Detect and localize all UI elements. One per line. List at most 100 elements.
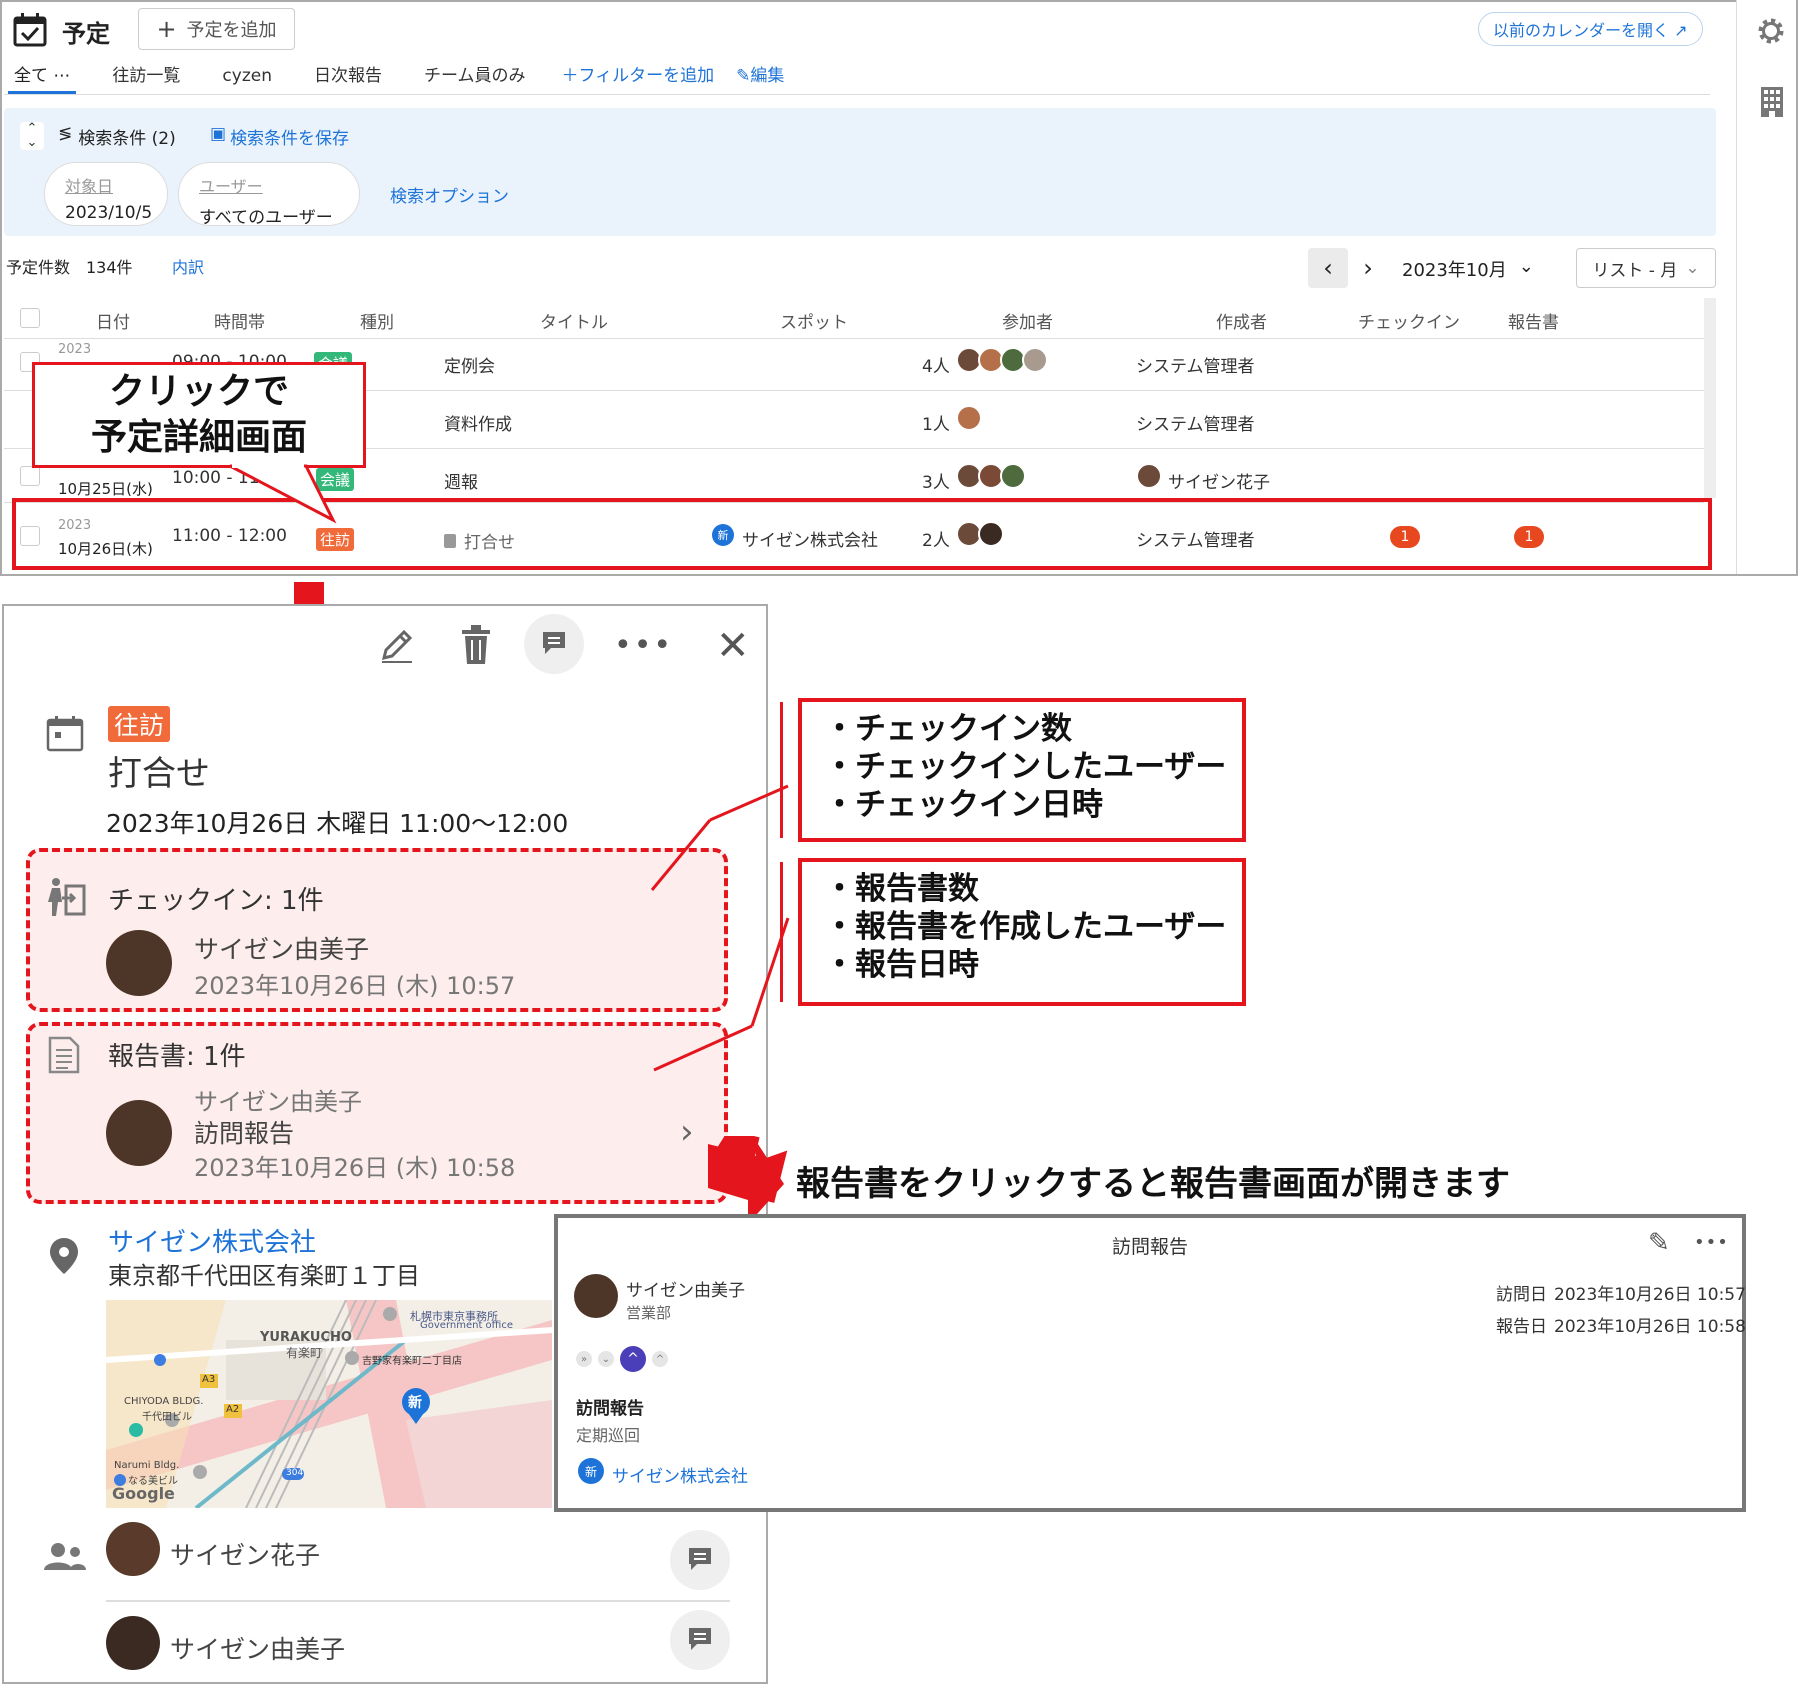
- page-title: 予定: [62, 20, 110, 48]
- chat-icon: [685, 1546, 715, 1574]
- tabs-divider: [4, 94, 1710, 95]
- row-year: 2023: [58, 342, 92, 357]
- report-author-name: サイゼン由美子: [626, 1281, 745, 1301]
- row-checkbox[interactable]: [20, 466, 40, 486]
- edit-pencil-icon[interactable]: [376, 626, 416, 666]
- month-value: 2023年10月: [1402, 260, 1507, 281]
- info-line: ・報告書数: [824, 871, 979, 907]
- checkin-info-box: ・チェックイン数 ・チェックインしたユーザー ・チェックイン日時: [798, 698, 1246, 842]
- report-name[interactable]: 訪問報告: [194, 1114, 294, 1150]
- row-title[interactable]: 資料作成: [444, 410, 512, 435]
- column-header-checkin[interactable]: チェックイン: [1358, 308, 1460, 333]
- month-selector[interactable]: 2023年10月 ⌄: [1402, 256, 1534, 282]
- add-filter-link[interactable]: ＋フィルターを追加: [561, 64, 714, 94]
- column-header-participants[interactable]: 参加者: [1002, 308, 1053, 333]
- chevron-down-icon: ⌄: [1518, 256, 1534, 277]
- column-header-creator[interactable]: 作成者: [1216, 308, 1267, 333]
- comment-button[interactable]: [524, 614, 584, 674]
- double-chevron-down-icon[interactable]: »: [576, 1351, 592, 1367]
- map-label: Narumi Bldg.: [114, 1460, 180, 1471]
- map-label: CHIYODA BLDG.: [124, 1396, 204, 1407]
- breakdown-link[interactable]: 内訳: [172, 254, 204, 278]
- info-line: ・チェックイン日時: [824, 787, 1103, 823]
- row-creator: システム管理者: [1136, 357, 1255, 377]
- map[interactable]: 札幌市東京事務所 Government office YURAKUCHO 有楽町…: [106, 1300, 552, 1508]
- close-icon[interactable]: ✕: [716, 626, 750, 666]
- trash-icon[interactable]: [458, 624, 494, 666]
- chevron-up-icon[interactable]: ^: [620, 1346, 646, 1372]
- report-spot-link[interactable]: サイゼン株式会社: [612, 1462, 748, 1487]
- add-schedule-label: 予定を追加: [186, 20, 277, 41]
- table-scrollbar[interactable]: [1704, 298, 1716, 498]
- participant-comment-button[interactable]: [670, 1610, 730, 1670]
- collapse-toggle-icon[interactable]: ⌃ ⌄: [20, 122, 44, 150]
- row-title[interactable]: 定例会: [444, 352, 495, 377]
- map-label: A3: [202, 1374, 216, 1385]
- edit-tabs-link[interactable]: ✎編集: [736, 64, 784, 94]
- chevron-right-icon: ›: [1363, 254, 1373, 282]
- more-icon[interactable]: •••: [1694, 1232, 1729, 1253]
- arrow-head: [708, 1138, 784, 1224]
- tab-daily-report[interactable]: 日次報告: [308, 64, 388, 94]
- row-title[interactable]: 週報: [444, 468, 478, 493]
- detail-type-badge: 往訪: [108, 706, 171, 742]
- chevron-right-icon[interactable]: ›: [680, 1112, 694, 1152]
- save-search-link[interactable]: ▣ 検索条件を保存: [210, 124, 349, 149]
- chevron-down-icon[interactable]: ⌄: [598, 1351, 614, 1367]
- open-old-calendar-link[interactable]: 以前のカレンダーを開く ↗: [1478, 12, 1703, 46]
- spot-marker-icon[interactable]: 新: [408, 1392, 422, 1412]
- avatar: [1022, 347, 1048, 373]
- date-filter-value: 2023/10/5: [65, 203, 153, 223]
- column-header-report[interactable]: 報告書: [1508, 308, 1559, 333]
- report-date-label: 報告日: [1496, 1317, 1547, 1337]
- column-header-type[interactable]: 種別: [360, 308, 394, 333]
- avatar: [106, 1100, 172, 1166]
- calendar-icon: [46, 714, 84, 752]
- add-schedule-button[interactable]: + 予定を追加: [138, 8, 295, 50]
- avatar: [956, 405, 982, 431]
- report-section-value: 定期巡回: [576, 1426, 641, 1445]
- tab-team-members[interactable]: チーム員のみ: [418, 64, 532, 94]
- map-label: 吉野家有楽町二丁目店: [362, 1356, 462, 1367]
- search-conditions-toggle[interactable]: ≶ 検索条件 (2): [58, 124, 176, 149]
- callout-pointer: [229, 460, 337, 524]
- chevron-left-icon: ‹: [1323, 254, 1333, 282]
- participant-name: サイゼン花子: [170, 1541, 321, 1570]
- tab-visits[interactable]: 往訪一覧: [106, 64, 186, 94]
- edit-pencil-icon[interactable]: ✎: [1648, 1228, 1670, 1258]
- chat-icon: [685, 1626, 715, 1654]
- more-icon[interactable]: •••: [614, 628, 673, 663]
- select-all-checkbox[interactable]: [20, 308, 40, 328]
- avatar: [106, 1616, 160, 1670]
- schedule-count-label: 予定件数: [6, 258, 71, 277]
- spot-name-link[interactable]: サイゼン株式会社: [108, 1222, 316, 1259]
- row-date: 10月25日(水): [58, 480, 153, 498]
- column-header-time[interactable]: 時間帯: [214, 308, 265, 333]
- location-pin-icon: [48, 1236, 80, 1276]
- tab-all[interactable]: 全て ⋯: [8, 64, 77, 94]
- participant-comment-button[interactable]: [670, 1530, 730, 1590]
- column-header-spot[interactable]: スポット: [780, 308, 848, 333]
- column-header-title[interactable]: タイトル: [540, 308, 608, 333]
- participant-avatars: [956, 463, 1026, 489]
- report-user-name: サイゼン由美子: [194, 1088, 362, 1116]
- checkin-user-name: サイゼン由美子: [194, 935, 370, 964]
- info-line: ・チェックインしたユーザー: [824, 749, 1227, 785]
- row-participant-count: 3人: [922, 473, 950, 493]
- row-participant-count: 4人: [922, 357, 950, 377]
- plus-icon: +: [156, 15, 177, 43]
- gear-icon[interactable]: [1754, 14, 1788, 48]
- callout-line-1: クリックで: [108, 371, 289, 412]
- user-filter-chip[interactable]: ユーザー すべてのユーザー: [178, 162, 360, 228]
- date-filter-chip[interactable]: 対象日 2023/10/5: [44, 162, 168, 226]
- next-month-button[interactable]: ›: [1348, 248, 1388, 288]
- prev-month-button[interactable]: ‹: [1308, 248, 1348, 288]
- row-participant-count: 1人: [922, 415, 950, 435]
- search-options-link[interactable]: 検索オプション: [390, 182, 509, 207]
- column-header-date[interactable]: 日付: [96, 308, 130, 333]
- building-icon[interactable]: [1760, 86, 1784, 118]
- tab-cyzen[interactable]: cyzen: [216, 64, 278, 94]
- filter-tabs: 全て ⋯ 往訪一覧 cyzen 日次報告 チーム員のみ ＋フィルターを追加 ✎編…: [8, 64, 806, 94]
- view-selector[interactable]: リスト - 月 ⌄: [1576, 248, 1716, 288]
- double-chevron-up-icon[interactable]: ^: [652, 1351, 668, 1367]
